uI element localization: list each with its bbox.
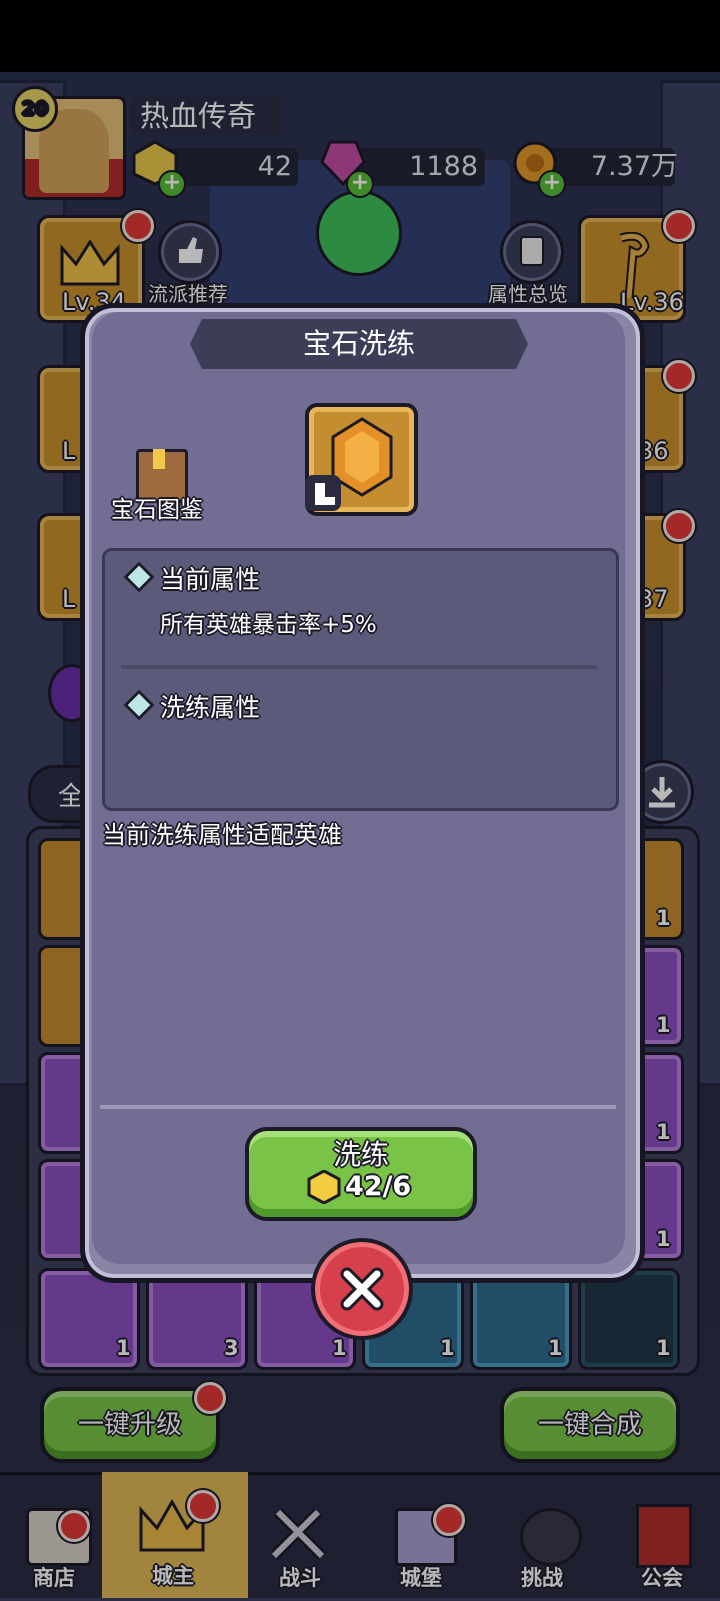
boot-type-icon bbox=[305, 475, 341, 511]
close-icon bbox=[340, 1267, 384, 1311]
hero-match-text: 当前洗练属性适配英雄 bbox=[102, 821, 342, 849]
current-attr-value: 所有英雄暴击率+5% bbox=[160, 612, 377, 638]
bookmark-icon bbox=[153, 449, 165, 469]
dialog-title: 宝石洗练 bbox=[302, 327, 415, 360]
refine-button-label: 洗练 bbox=[332, 1138, 389, 1171]
refine-cost: 42/6 bbox=[345, 1171, 412, 1202]
current-attr-heading: 当前属性 bbox=[160, 565, 261, 594]
refine-attr-heading: 洗练属性 bbox=[160, 693, 261, 722]
gold-gem-cost-icon bbox=[307, 1169, 341, 1205]
gem-codex-label[interactable]: 宝石图鉴 bbox=[111, 490, 203, 524]
status-bar bbox=[0, 0, 720, 72]
close-button[interactable] bbox=[311, 1238, 413, 1340]
attr-divider bbox=[121, 665, 597, 669]
dialog-divider bbox=[100, 1105, 616, 1109]
